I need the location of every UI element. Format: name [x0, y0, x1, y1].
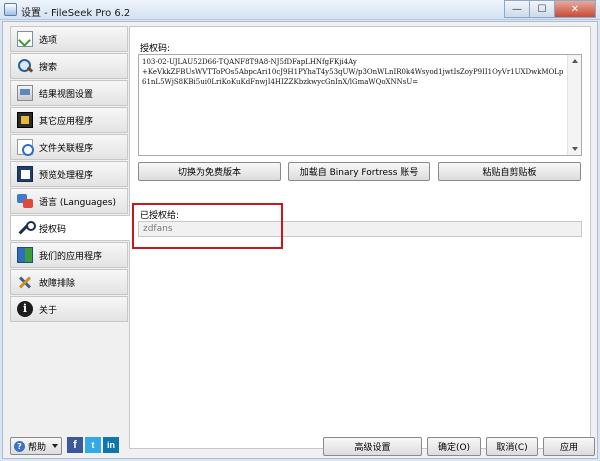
title-bar: 设置 - FileSeek Pro 6.2 — ☐ ✕: [0, 0, 600, 20]
apply-button[interactable]: 应用: [543, 437, 595, 456]
help-icon: ?: [14, 440, 25, 452]
sidebar-item-our-apps[interactable]: 我们的应用程序: [10, 242, 128, 268]
sidebar-item-search[interactable]: 搜索: [10, 53, 128, 79]
results-view-icon: [17, 85, 33, 101]
help-button[interactable]: ? 帮助: [10, 437, 62, 455]
sidebar-item-license[interactable]: 授权码: [10, 215, 130, 241]
sidebar-item-troubleshooting[interactable]: 故障排除: [10, 269, 128, 295]
sidebar-item-label: 语言 (Languages): [39, 197, 116, 208]
options-icon: [17, 31, 33, 47]
sidebar-item-label: 故障排除: [39, 278, 76, 289]
twitter-icon[interactable]: t: [85, 437, 101, 453]
key-icon: [17, 220, 36, 236]
maximize-button[interactable]: ☐: [529, 0, 555, 18]
sidebar-item-results-view[interactable]: 结果视图设置: [10, 80, 128, 106]
license-key-label: 授权码:: [140, 44, 171, 54]
advanced-settings-button[interactable]: 高级设置: [323, 437, 422, 456]
language-icon: [17, 193, 33, 209]
preview-handler-icon: [17, 166, 33, 182]
sidebar-item-preview-handler[interactable]: 预览处理程序: [10, 161, 128, 187]
close-button[interactable]: ✕: [554, 0, 596, 18]
license-key-textarea[interactable]: 103-02-UJLAU52D66-TQANF8T9A8-NJ5fDFapLHN…: [138, 54, 582, 156]
paste-from-clipboard-button[interactable]: 粘贴自剪贴板: [438, 162, 581, 181]
load-from-account-button[interactable]: 加载自 Binary Fortress 账号: [288, 162, 430, 181]
sidebar-item-label: 结果视图设置: [39, 89, 94, 100]
sidebar-item-label: 关于: [39, 305, 58, 316]
help-label: 帮助: [28, 442, 47, 453]
settings-sidebar: 选项 搜索 结果视图设置 其它应用程序 文件关联程序 预览处理程序 语言 (La…: [10, 26, 130, 449]
sidebar-item-label: 预览处理程序: [39, 170, 94, 181]
sidebar-item-label: 搜索: [39, 62, 58, 73]
window-title: 设置 - FileSeek Pro 6.2: [21, 8, 131, 19]
license-key-scrollbar[interactable]: [567, 55, 581, 155]
license-panel: 授权码: 103-02-UJLAU52D66-TQANF8T9A8-NJ5fDF…: [129, 26, 591, 449]
sidebar-item-options[interactable]: 选项: [10, 26, 128, 52]
file-association-icon: [17, 139, 34, 156]
window-controls: — ☐ ✕: [504, 0, 596, 18]
cancel-button[interactable]: 取消(C): [486, 437, 538, 456]
search-icon: [17, 58, 33, 74]
facebook-icon[interactable]: f: [67, 437, 83, 453]
highlight-annotation: [132, 203, 283, 249]
ok-button[interactable]: 确定(O): [427, 437, 481, 456]
other-apps-icon: [17, 112, 33, 128]
settings-client-area: 选项 搜索 结果视图设置 其它应用程序 文件关联程序 预览处理程序 语言 (La…: [2, 21, 598, 459]
app-icon: [4, 3, 17, 16]
our-apps-icon: [17, 247, 33, 263]
troubleshooting-icon: [17, 274, 33, 290]
sidebar-item-label: 我们的应用程序: [39, 251, 103, 262]
sidebar-item-language[interactable]: 语言 (Languages): [10, 188, 128, 214]
license-key-text[interactable]: 103-02-UJLAU52D66-TQANF8T9A8-NJ5fDFapLHN…: [142, 57, 567, 87]
sidebar-item-label: 其它应用程序: [39, 116, 94, 127]
scroll-up-icon[interactable]: [572, 59, 578, 63]
linkedin-icon[interactable]: in: [103, 437, 119, 453]
sidebar-item-file-association[interactable]: 文件关联程序: [10, 134, 128, 160]
sidebar-item-about[interactable]: 关于: [10, 296, 128, 322]
about-icon: [17, 301, 33, 317]
sidebar-item-label: 选项: [39, 35, 58, 46]
minimize-button[interactable]: —: [504, 0, 530, 18]
sidebar-item-label: 文件关联程序: [39, 143, 94, 154]
switch-to-free-button[interactable]: 切换为免费版本: [138, 162, 281, 181]
sidebar-item-label: 授权码: [39, 224, 67, 235]
sidebar-item-other-apps[interactable]: 其它应用程序: [10, 107, 128, 133]
scroll-down-icon[interactable]: [572, 147, 578, 151]
chevron-down-icon: [52, 444, 58, 448]
